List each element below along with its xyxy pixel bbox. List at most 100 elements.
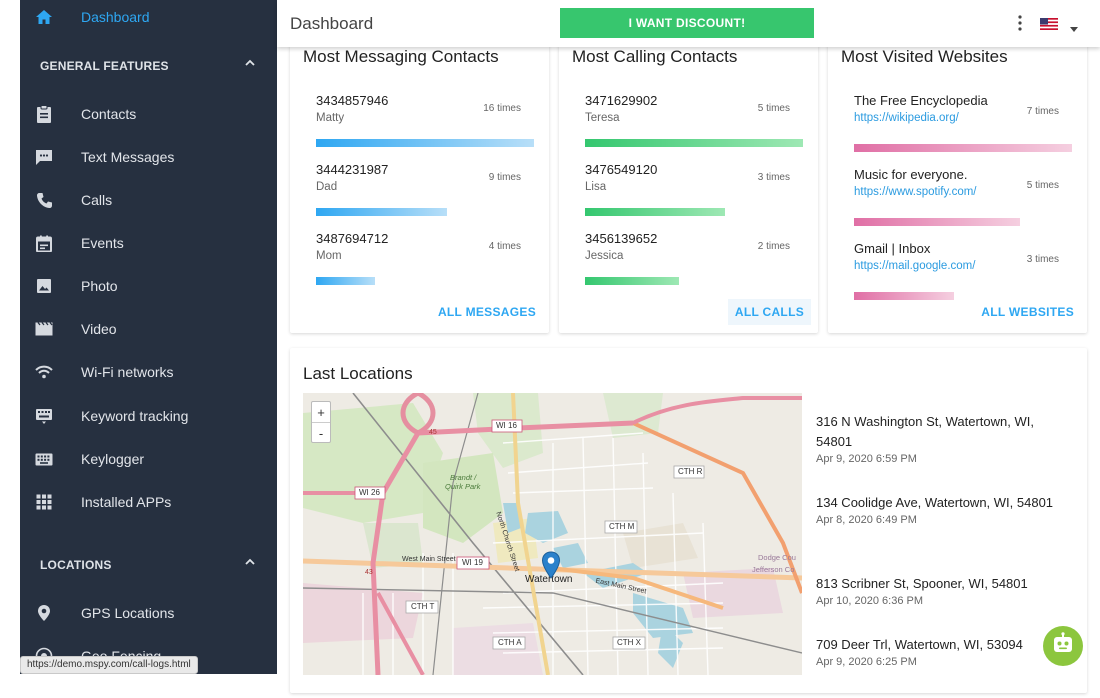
calling-contacts-card: Most Calling Contacts 3471629902 Teresa … — [559, 44, 818, 333]
section-locations[interactable]: LOCATIONS — [40, 558, 257, 572]
sidebar-item-label: GPS Locations — [81, 605, 175, 621]
chatbot-button[interactable] — [1043, 626, 1083, 666]
map-label: WI 19 — [462, 558, 483, 567]
map-label: 45 — [429, 429, 437, 436]
phone-number: 3456139652 — [585, 231, 658, 246]
sidebar-item-gps-locations[interactable]: GPS Locations — [20, 598, 277, 628]
location-entry[interactable]: 316 N Washington St, Watertown, WI, 5480… — [816, 412, 1066, 465]
phone-number: 3434857946 — [316, 93, 389, 108]
list-item[interactable]: 3444231987 Dad 9 times — [316, 162, 534, 224]
phone-number: 3476549120 — [585, 162, 658, 177]
count-label: 7 times — [1026, 106, 1059, 117]
count-label: 5 times — [757, 103, 790, 114]
list-item[interactable]: The Free Encyclopedia https://wikipedia.… — [854, 93, 1072, 155]
chevron-down-icon[interactable] — [1070, 20, 1078, 32]
map-label: CTH M — [609, 522, 635, 531]
sidebar-item-label: Video — [81, 321, 117, 337]
usage-bar — [854, 218, 1020, 226]
site-url-link[interactable]: https://mail.google.com/ — [854, 260, 975, 272]
sidebar-item-keylogger[interactable]: Keylogger — [20, 444, 277, 474]
sidebar-item-wifi[interactable]: Wi-Fi networks — [20, 357, 277, 387]
map-label: Brandt / — [450, 473, 477, 482]
sidebar-item-label: Installed APPs — [81, 494, 172, 510]
location-entry[interactable]: 134 Coolidge Ave, Watertown, WI, 54801 A… — [816, 493, 1066, 526]
calendar-icon — [35, 234, 53, 252]
count-label: 16 times — [483, 103, 521, 114]
site-url-link[interactable]: https://wikipedia.org/ — [854, 112, 959, 124]
clipboard-icon — [35, 105, 53, 123]
site-title: Music for everyone. — [854, 167, 968, 182]
sidebar-item-contacts[interactable]: Contacts — [20, 99, 277, 129]
sidebar-item-label: Photo — [81, 278, 118, 294]
discount-button[interactable]: I WANT DISCOUNT! — [560, 8, 814, 38]
list-item[interactable]: 3471629902 Teresa 5 times — [585, 93, 803, 155]
list-item[interactable]: Gmail | Inbox https://mail.google.com/ 3… — [854, 241, 1072, 303]
contact-name: Mom — [316, 250, 342, 262]
phone-number: 3444231987 — [316, 162, 389, 177]
section-general-features[interactable]: GENERAL FEATURES — [40, 59, 257, 73]
sidebar-item-label: Text Messages — [81, 149, 175, 165]
location-date: Apr 9, 2020 6:59 PM — [816, 453, 917, 465]
us-flag-icon[interactable] — [1040, 17, 1058, 30]
contact-name: Jessica — [585, 250, 624, 262]
location-entry[interactable]: 709 Deer Trl, Watertown, WI, 53094 Apr 9… — [816, 635, 1066, 668]
location-address: 134 Coolidge Ave, Watertown, WI, 54801 — [816, 495, 1054, 510]
map-marker-icon[interactable] — [541, 551, 561, 579]
sidebar-item-label: Keyword tracking — [81, 408, 189, 424]
list-item[interactable]: Music for everyone. https://www.spotify.… — [854, 167, 1072, 229]
keyboard-icon — [35, 450, 53, 468]
contact-name: Lisa — [585, 181, 607, 193]
count-label: 3 times — [1026, 254, 1059, 265]
list-item[interactable]: 3476549120 Lisa 3 times — [585, 162, 803, 224]
map-label: Dodge Cou — [758, 553, 796, 562]
list-item[interactable]: 3487694712 Mom 4 times — [316, 231, 534, 293]
chevron-up-icon — [243, 56, 257, 70]
all-calls-link[interactable]: ALL CALLS — [727, 299, 811, 325]
location-entry[interactable]: 813 Scribner St, Spooner, WI, 54801 Apr … — [816, 574, 1066, 607]
list-item[interactable]: 3456139652 Jessica 2 times — [585, 231, 803, 293]
card-title: Most Visited Websites — [841, 47, 1008, 66]
all-websites-link[interactable]: ALL WEBSITES — [981, 305, 1074, 319]
usage-bar — [585, 277, 679, 285]
sidebar-item-keyword-tracking[interactable]: Keyword tracking — [20, 401, 277, 431]
wifi-icon — [35, 363, 53, 381]
usage-bar — [854, 144, 1072, 152]
count-label: 9 times — [488, 172, 521, 183]
robot-icon — [1051, 631, 1075, 661]
movie-icon — [35, 320, 53, 338]
sidebar-item-dashboard[interactable]: Dashboard — [20, 2, 277, 32]
sidebar-item-video[interactable]: Video — [20, 314, 277, 344]
visited-websites-card: Most Visited Websites The Free Encyclope… — [828, 44, 1087, 333]
sidebar-item-calls[interactable]: Calls — [20, 185, 277, 215]
map-label: CTH R — [678, 467, 703, 476]
more-vert-icon[interactable] — [1015, 14, 1025, 32]
sidebar-item-installed-apps[interactable]: Installed APPs — [20, 487, 277, 517]
site-title: Gmail | Inbox — [854, 241, 931, 256]
usage-bar — [585, 208, 725, 216]
sidebar-item-label: Contacts — [81, 106, 137, 122]
card-title: Last Locations — [303, 364, 413, 383]
page-title: Dashboard — [290, 14, 374, 33]
location-address: 709 Deer Trl, Watertown, WI, 53094 — [816, 637, 1023, 652]
phone-icon — [35, 191, 53, 209]
sidebar-item-events[interactable]: Events — [20, 228, 277, 258]
map-label: WI 26 — [359, 488, 380, 497]
chevron-up-icon — [243, 555, 257, 569]
site-url-link[interactable]: https://www.spotify.com/ — [854, 186, 977, 198]
map-label: Quirk Park — [445, 482, 481, 491]
zoom-out-button[interactable]: - — [312, 423, 330, 443]
image-icon — [35, 277, 53, 295]
map-label: 43 — [365, 569, 373, 576]
all-messages-link[interactable]: ALL MESSAGES — [438, 305, 536, 319]
section-title: GENERAL FEATURES — [40, 59, 169, 73]
list-item[interactable]: 3434857946 Matty 16 times — [316, 93, 534, 155]
location-map[interactable]: WI 16 WI 26 WI 19 CTH R CTH M CTH T CTH … — [303, 393, 802, 675]
sidebar-item-photo[interactable]: Photo — [20, 271, 277, 301]
map-label: CTH X — [617, 638, 641, 647]
zoom-in-button[interactable]: + — [312, 402, 330, 422]
map-pin-icon — [35, 604, 53, 622]
sidebar: Dashboard GENERAL FEATURES Contacts Text… — [20, 0, 277, 674]
sidebar-item-text-messages[interactable]: Text Messages — [20, 142, 277, 172]
map-label: West Main Street — [402, 556, 456, 563]
map-label: CTH T — [411, 602, 435, 611]
